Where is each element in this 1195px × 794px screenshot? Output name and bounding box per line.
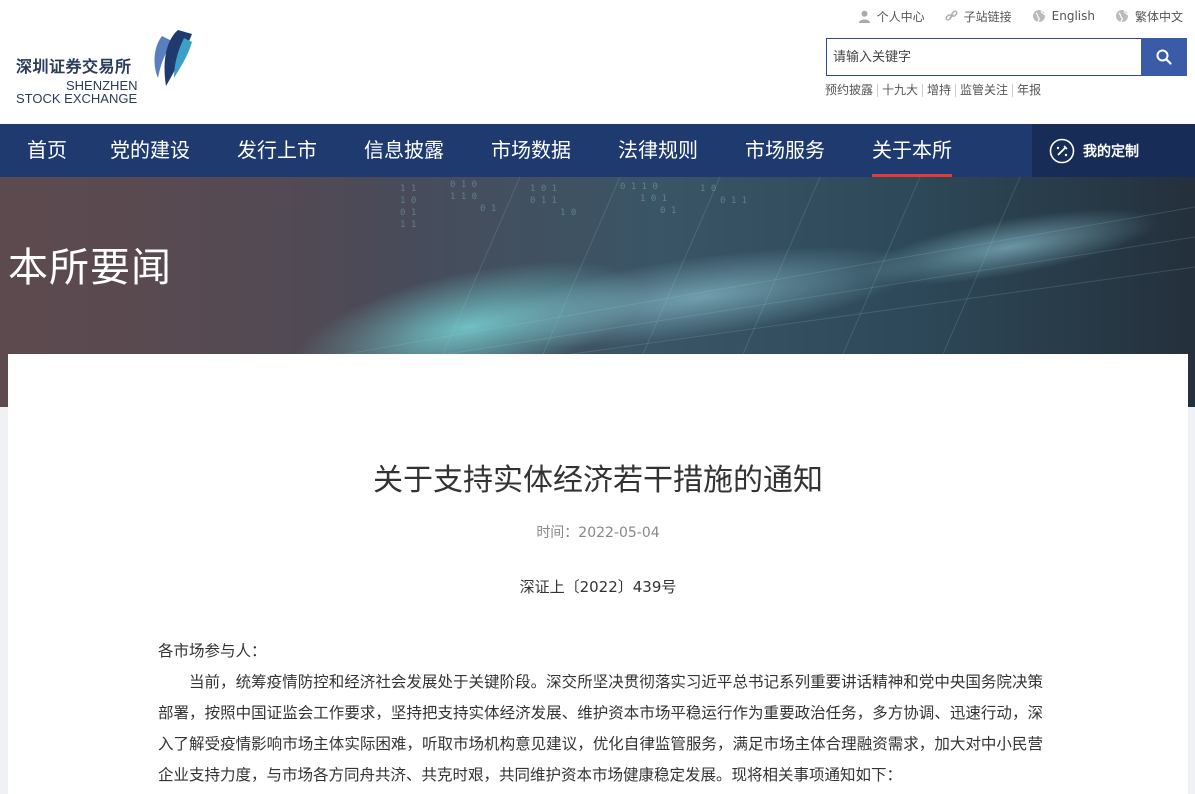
nav-item-rules[interactable]: 法律规则 bbox=[618, 124, 698, 177]
logo-cn-text: 深圳证券交易所 bbox=[16, 57, 132, 76]
globe-icon bbox=[1032, 10, 1046, 23]
nav-item-about[interactable]: 关于本所 bbox=[872, 124, 952, 177]
article-paragraph: 当前，统筹疫情防控和经济社会发展处于关键阶段。深交所坚决贯彻落实习近平总书记系列… bbox=[158, 673, 1043, 784]
toplink-english[interactable]: English bbox=[1032, 9, 1095, 23]
nav-item-disclosure[interactable]: 信息披露 bbox=[364, 124, 444, 177]
toplink-label: 子站链接 bbox=[963, 9, 1012, 24]
nav-item-market-data[interactable]: 市场数据 bbox=[491, 124, 571, 177]
hotword-link[interactable]: 监管关注 bbox=[955, 84, 1012, 97]
toplink-label: 繁体中文 bbox=[1134, 9, 1183, 24]
hotword-link[interactable]: 预约披露 bbox=[825, 84, 877, 97]
article-salutation: 各市场参与人： bbox=[158, 642, 267, 660]
szse-logo-mark-icon bbox=[154, 30, 192, 86]
search-icon bbox=[1156, 49, 1172, 65]
article-date: 时间：2022-05-04 bbox=[536, 525, 660, 541]
customize-icon bbox=[1049, 138, 1075, 163]
toplink-sub-sites[interactable]: 子站链接 bbox=[945, 8, 1012, 25]
hot-keywords: 预约披露 十九大 增持 监管关注 年报 bbox=[825, 84, 1045, 97]
site-header: 深圳证券交易所 SHENZHEN STOCK EXCHANGE 个人中心 子站链… bbox=[0, 0, 1195, 124]
search-input[interactable] bbox=[826, 38, 1141, 76]
article-card: 关于支持实体经济若干措施的通知 时间：2022-05-04 深证上〔2022〕4… bbox=[8, 354, 1188, 794]
article-title: 关于支持实体经济若干措施的通知 bbox=[373, 463, 823, 498]
logo-en-line2: STOCK EXCHANGE bbox=[16, 91, 138, 106]
nav-item-services[interactable]: 市场服务 bbox=[745, 124, 825, 177]
search-box bbox=[826, 38, 1187, 76]
toplink-traditional-chinese[interactable]: 繁体中文 bbox=[1115, 8, 1183, 25]
article-body: 各市场参与人： 当前，统筹疫情防控和经济社会发展处于关键阶段。深交所坚决贯彻落实… bbox=[158, 636, 1043, 791]
link-icon bbox=[945, 10, 958, 21]
my-custom-button[interactable]: 我的定制 bbox=[1032, 124, 1195, 177]
hotword-link[interactable]: 增持 bbox=[922, 84, 955, 97]
site-logo[interactable]: 深圳证券交易所 SHENZHEN STOCK EXCHANGE bbox=[14, 28, 194, 108]
custom-label: 我的定制 bbox=[1083, 143, 1139, 160]
nav-item-party-building[interactable]: 党的建设 bbox=[110, 124, 190, 177]
user-icon bbox=[858, 10, 870, 23]
search-button[interactable] bbox=[1141, 38, 1187, 76]
hotword-link[interactable]: 十九大 bbox=[877, 84, 922, 97]
hotword-link[interactable]: 年报 bbox=[1012, 84, 1045, 97]
toplink-label: 个人中心 bbox=[876, 9, 925, 24]
nav-item-home[interactable]: 首页 bbox=[27, 124, 67, 177]
article-doc-number: 深证上〔2022〕439号 bbox=[519, 578, 677, 596]
toplink-user-center[interactable]: 个人中心 bbox=[858, 8, 925, 25]
main-nav: 首页 党的建设 发行上市 信息披露 市场数据 法律规则 市场服务 关于本所 我的… bbox=[0, 124, 1195, 177]
globe-icon bbox=[1115, 10, 1129, 23]
top-links: 个人中心 子站链接 English 繁体中文 bbox=[838, 6, 1183, 26]
nav-item-listing[interactable]: 发行上市 bbox=[237, 124, 317, 177]
toplink-label: English bbox=[1051, 9, 1095, 23]
banner-title: 本所要闻 bbox=[8, 245, 172, 291]
